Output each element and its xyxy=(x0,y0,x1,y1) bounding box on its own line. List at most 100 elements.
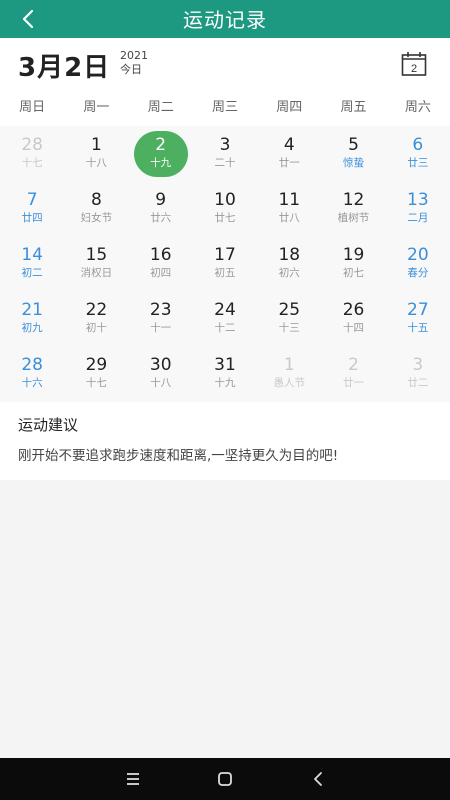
calendar-day[interactable]: 26 十四 xyxy=(321,291,385,346)
page-title: 运动记录 xyxy=(183,8,267,32)
weekday-header: 周日 周一 周二 周三 周四 周五 周六 xyxy=(0,90,450,126)
day-number: 16 xyxy=(149,245,172,265)
lunar-date: 初十 xyxy=(85,322,107,334)
day-number: 13 xyxy=(407,190,429,210)
weekday-label: 周六 xyxy=(404,100,431,115)
day-number: 19 xyxy=(342,245,365,265)
day-number: 11 xyxy=(278,190,301,210)
day-number: 26 xyxy=(342,300,365,320)
day-number: 4 xyxy=(283,135,295,155)
day-number: 7 xyxy=(26,190,38,210)
calendar-day[interactable]: 24 十二 xyxy=(193,291,257,346)
day-number: 25 xyxy=(278,300,301,320)
calendar-day[interactable]: 8 妇女节 xyxy=(64,181,128,236)
calendar-day[interactable]: 4 廿一 xyxy=(257,126,321,181)
lunar-date: 妇女节 xyxy=(80,212,113,224)
day-number: 3 xyxy=(219,135,231,155)
calendar-day[interactable]: 5 惊蛰 xyxy=(321,126,385,181)
lunar-date: 廿七 xyxy=(214,212,236,224)
lunar-date: 初四 xyxy=(150,267,172,279)
today-label[interactable]: 今日 xyxy=(120,63,148,77)
calendar-day[interactable]: 11 廿八 xyxy=(257,181,321,236)
day-number: 27 xyxy=(407,300,429,320)
day-number: 6 xyxy=(412,135,424,155)
lunar-date: 植树节 xyxy=(337,212,370,224)
lunar-date: 初九 xyxy=(21,322,43,334)
day-number: 22 xyxy=(85,300,108,320)
calendar-day[interactable]: 19 初七 xyxy=(321,236,385,291)
calendar-day[interactable]: 30 十八 xyxy=(129,346,193,401)
calendar-day[interactable]: 2 廿一 xyxy=(321,346,385,401)
advice-text: 刚开始不要追求跑步速度和距离,一坚持更久为目的吧! xyxy=(18,448,339,464)
svg-text:2: 2 xyxy=(411,63,417,75)
day-number: 29 xyxy=(85,355,108,375)
calendar-day[interactable]: 13 二月 xyxy=(386,181,450,236)
lunar-date: 二月 xyxy=(407,212,429,224)
back-icon[interactable] xyxy=(309,769,329,789)
weekday-label: 周一 xyxy=(83,100,110,115)
calendar-day[interactable]: 1 愚人节 xyxy=(257,346,321,401)
calendar-day[interactable]: 31 十九 xyxy=(193,346,257,401)
weekday-label: 周四 xyxy=(276,100,303,115)
day-number: 12 xyxy=(342,190,365,210)
calendar-day-selected[interactable]: 2 十九 xyxy=(129,126,193,181)
lunar-date: 十四 xyxy=(343,322,365,334)
calendar-day[interactable]: 21 初九 xyxy=(0,291,64,346)
day-number: 24 xyxy=(214,300,236,320)
calendar-day[interactable]: 22 初十 xyxy=(64,291,128,346)
calendar-day[interactable]: 12 植树节 xyxy=(321,181,385,236)
calendar-day[interactable]: 1 十八 xyxy=(64,126,128,181)
advice-heading: 运动建议 xyxy=(18,416,79,434)
lunar-date: 廿三 xyxy=(407,157,429,169)
lunar-date: 廿八 xyxy=(278,212,300,224)
calendar-day[interactable]: 7 廿四 xyxy=(0,181,64,236)
lunar-date: 愚人节 xyxy=(273,377,306,389)
day-number: 14 xyxy=(21,245,43,265)
weekday-label: 周二 xyxy=(147,100,174,115)
lunar-date: 十二 xyxy=(214,322,236,334)
lunar-date: 春分 xyxy=(407,267,429,279)
calendar-day[interactable]: 9 廿六 xyxy=(129,181,193,236)
lunar-date: 十六 xyxy=(21,377,43,389)
calendar-day[interactable]: 15 消权日 xyxy=(64,236,128,291)
calendar-day[interactable]: 10 廿七 xyxy=(193,181,257,236)
calendar-day[interactable]: 27 十五 xyxy=(386,291,450,346)
calendar-day[interactable]: 16 初四 xyxy=(129,236,193,291)
weekday-label: 周五 xyxy=(340,100,367,115)
day-number: 1 xyxy=(91,135,102,155)
calendar-day[interactable]: 6 廿三 xyxy=(386,126,450,181)
day-number: 9 xyxy=(155,190,167,210)
day-number: 8 xyxy=(91,190,102,210)
day-number: 28 xyxy=(21,355,43,375)
lunar-date: 消权日 xyxy=(80,267,113,279)
lunar-date: 初五 xyxy=(214,267,236,279)
day-number: 18 xyxy=(278,245,301,265)
lunar-date: 惊蛰 xyxy=(343,157,365,169)
lunar-date: 廿六 xyxy=(150,212,172,224)
calendar-day[interactable]: 18 初六 xyxy=(257,236,321,291)
day-number: 2 xyxy=(348,355,359,375)
calendar-day[interactable]: 28 十六 xyxy=(0,346,64,401)
calendar-day[interactable]: 17 初五 xyxy=(193,236,257,291)
lunar-date: 二十 xyxy=(214,157,236,169)
calendar-day[interactable]: 29 十七 xyxy=(64,346,128,401)
lunar-date: 十九 xyxy=(214,377,236,389)
system-nav-bar xyxy=(0,758,450,800)
lunar-date: 廿一 xyxy=(278,157,300,169)
calendar-day[interactable]: 14 初二 xyxy=(0,236,64,291)
menu-icon[interactable] xyxy=(123,769,143,789)
day-number: 1 xyxy=(283,355,295,375)
calendar-day[interactable]: 3 二十 xyxy=(193,126,257,181)
home-icon[interactable] xyxy=(215,769,235,789)
lunar-date: 十八 xyxy=(85,157,107,169)
lunar-date: 十一 xyxy=(150,322,172,334)
calendar-day[interactable]: 3 廿二 xyxy=(386,346,450,401)
calendar-day[interactable]: 20 春分 xyxy=(386,236,450,291)
day-number: 31 xyxy=(214,355,236,375)
calendar-today-icon[interactable]: 2 xyxy=(400,50,428,78)
calendar-day[interactable]: 25 十三 xyxy=(257,291,321,346)
weekday-label: 周日 xyxy=(19,100,46,115)
calendar-day[interactable]: 28 十七 xyxy=(0,126,64,181)
lunar-date: 初六 xyxy=(278,267,300,279)
calendar-day[interactable]: 23 十一 xyxy=(129,291,193,346)
